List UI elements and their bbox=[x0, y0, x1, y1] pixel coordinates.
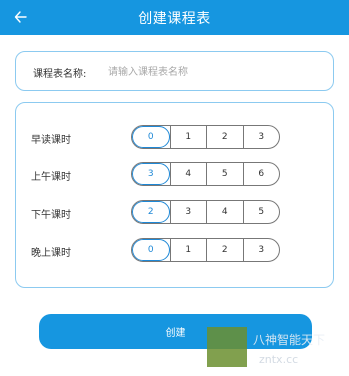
option-button[interactable]: 3 bbox=[169, 201, 207, 223]
option-button[interactable]: 2 bbox=[132, 201, 170, 223]
option-button[interactable]: 4 bbox=[206, 201, 243, 223]
app-header: 创建课程表 bbox=[0, 0, 349, 35]
watermark-text: 八神智能天下 bbox=[253, 333, 326, 347]
page-title: 创建课程表 bbox=[138, 11, 211, 27]
morning-reading-selector: 0 1 2 3 bbox=[131, 125, 280, 149]
morning-selector: 3 4 5 6 bbox=[131, 162, 280, 186]
watermark: 八神智能天下 zntx.cc bbox=[207, 327, 349, 376]
option-button[interactable]: 4 bbox=[169, 163, 207, 185]
row-label: 上午课时 bbox=[31, 172, 71, 183]
schedule-name-card: 课程表名称: bbox=[15, 51, 334, 91]
option-button[interactable]: 0 bbox=[132, 239, 170, 261]
class-hours-card: 早读课时 0 1 2 3 上午课时 3 4 5 6 下午课时 2 3 4 5 晚… bbox=[15, 102, 334, 288]
row-morning: 上午课时 3 4 5 6 bbox=[16, 162, 335, 187]
option-button[interactable]: 6 bbox=[242, 163, 280, 185]
evening-selector: 0 1 2 3 bbox=[131, 238, 280, 262]
watermark-logo-icon bbox=[207, 327, 247, 367]
row-afternoon: 下午课时 2 3 4 5 bbox=[16, 200, 335, 225]
afternoon-selector: 2 3 4 5 bbox=[131, 200, 280, 224]
schedule-name-label: 课程表名称: bbox=[33, 69, 87, 80]
option-button[interactable]: 3 bbox=[242, 126, 280, 148]
option-button[interactable]: 2 bbox=[206, 239, 243, 261]
row-label: 下午课时 bbox=[31, 210, 71, 221]
row-morning-reading: 早读课时 0 1 2 3 bbox=[16, 125, 335, 150]
option-button[interactable]: 3 bbox=[132, 163, 170, 185]
option-button[interactable]: 5 bbox=[242, 201, 280, 223]
option-button[interactable]: 1 bbox=[169, 126, 207, 148]
option-button[interactable]: 0 bbox=[132, 126, 170, 148]
row-evening: 晚上课时 0 1 2 3 bbox=[16, 238, 335, 263]
option-button[interactable]: 2 bbox=[206, 126, 243, 148]
row-label: 早读课时 bbox=[31, 135, 71, 146]
option-button[interactable]: 1 bbox=[169, 239, 207, 261]
schedule-name-input[interactable] bbox=[108, 62, 308, 82]
row-label: 晚上课时 bbox=[31, 248, 71, 259]
option-button[interactable]: 5 bbox=[206, 163, 243, 185]
option-button[interactable]: 3 bbox=[242, 239, 280, 261]
watermark-url: zntx.cc bbox=[259, 353, 299, 366]
